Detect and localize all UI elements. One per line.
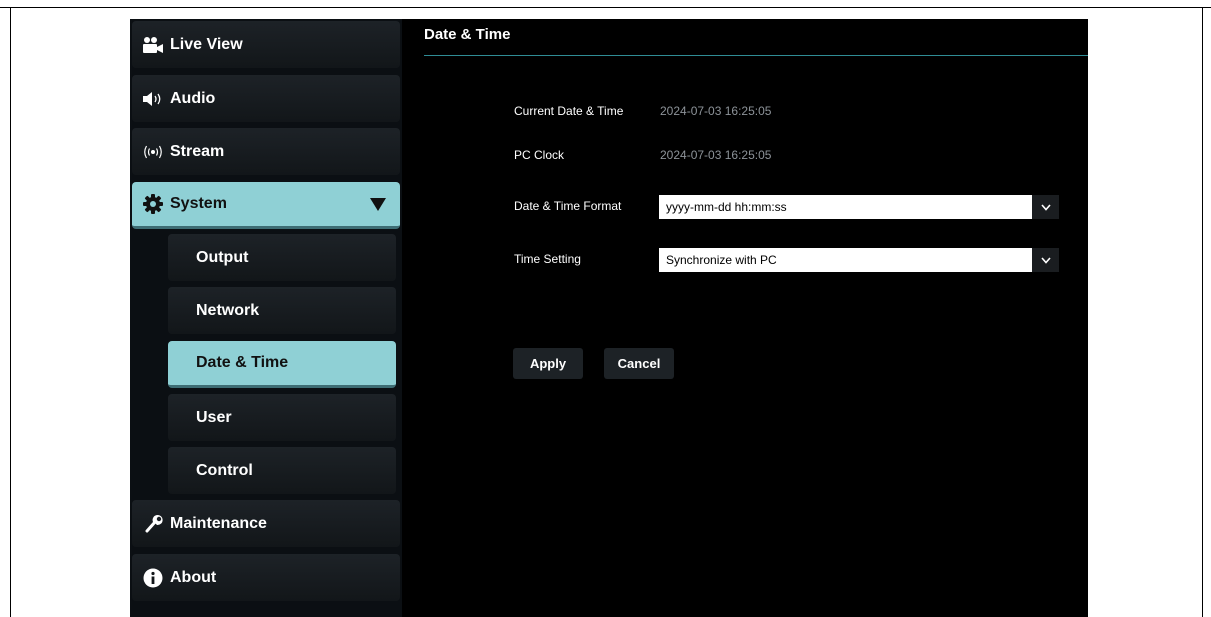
frame-border-left — [10, 7, 11, 617]
sidebar-item-label: Network — [196, 301, 260, 319]
sidebar-item-label: Output — [196, 248, 249, 266]
time-setting-selected: Synchronize with PC — [666, 253, 777, 267]
sidebar: Live View Audio Stream System Output Net… — [130, 19, 402, 617]
sidebar-item-audio[interactable]: Audio — [132, 75, 400, 122]
gear-icon — [142, 194, 164, 214]
time-setting-label: Time Setting — [514, 252, 581, 266]
info-icon — [142, 568, 164, 588]
date-time-format-selected: yyyy-mm-dd hh:mm:ss — [666, 200, 787, 214]
sidebar-item-system[interactable]: System — [132, 182, 400, 229]
page-title: Date & Time — [424, 26, 511, 43]
frame-border-top — [0, 7, 1211, 8]
sidebar-item-label: Live View — [170, 35, 243, 53]
sidebar-item-label: Audio — [170, 89, 216, 107]
chevron-down-icon — [370, 198, 386, 211]
date-time-format-label: Date & Time Format — [514, 199, 622, 213]
camera-web-app: Live View Audio Stream System Output Net… — [130, 19, 1088, 617]
sidebar-item-live-view[interactable]: Live View — [132, 21, 400, 68]
sidebar-subitem-network[interactable]: Network — [168, 287, 396, 334]
frame-border-right — [1202, 7, 1203, 617]
broadcast-icon — [142, 142, 164, 162]
pc-clock-label: PC Clock — [514, 148, 565, 162]
sidebar-item-maintenance[interactable]: Maintenance — [132, 500, 400, 547]
sidebar-item-label: Date & Time — [196, 354, 289, 371]
speaker-icon — [142, 89, 164, 109]
sidebar-item-label: Control — [196, 461, 253, 479]
sidebar-subitem-control[interactable]: Control — [168, 447, 396, 494]
sidebar-subitem-output[interactable]: Output — [168, 234, 396, 281]
date-time-format-select[interactable]: yyyy-mm-dd hh:mm:ss — [659, 195, 1059, 219]
chevron-down-icon[interactable] — [1032, 248, 1059, 272]
sidebar-item-label: About — [170, 568, 217, 586]
sidebar-item-label: Stream — [170, 142, 225, 160]
time-setting-select[interactable]: Synchronize with PC — [659, 248, 1059, 272]
video-camera-icon — [142, 35, 164, 55]
pc-clock-value: 2024-07-03 16:25:05 — [660, 148, 772, 162]
title-divider — [424, 55, 1088, 56]
sidebar-item-label: System — [170, 195, 227, 212]
current-date-time-label: Current Date & Time — [514, 104, 624, 118]
sidebar-subitem-user[interactable]: User — [168, 394, 396, 441]
cancel-button[interactable]: Cancel — [604, 348, 674, 379]
sidebar-subitem-date-time[interactable]: Date & Time — [168, 341, 396, 388]
wrench-icon — [142, 514, 164, 534]
current-date-time-value: 2024-07-03 16:25:05 — [660, 104, 772, 118]
chevron-down-icon[interactable] — [1032, 195, 1059, 219]
sidebar-item-about[interactable]: About — [132, 554, 400, 601]
apply-button[interactable]: Apply — [513, 348, 583, 379]
main-content: Date & Time Current Date & Time 2024-07-… — [402, 19, 1088, 617]
sidebar-item-label: User — [196, 408, 232, 426]
sidebar-item-stream[interactable]: Stream — [132, 128, 400, 175]
sidebar-item-label: Maintenance — [170, 514, 267, 532]
